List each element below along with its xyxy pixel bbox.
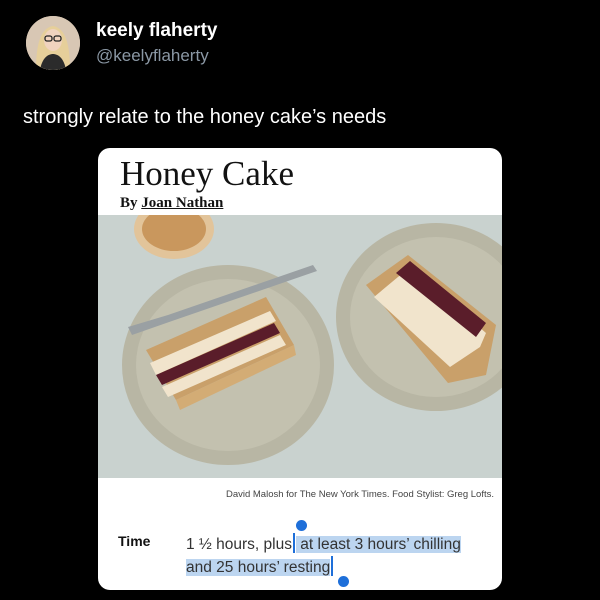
photo-caption: David Malosh for The New York Times. Foo… <box>225 489 494 500</box>
recipe-title: Honey Cake <box>120 154 294 193</box>
cake-photo <box>98 199 502 478</box>
tweet-text: strongly relate to the honey cake’s need… <box>23 106 387 128</box>
selected-text-line1: at least 3 hours’ chilling <box>295 536 461 553</box>
time-label: Time <box>118 533 151 549</box>
recipe-card: Honey Cake By Joan Nathan David Malosh f… <box>98 148 502 590</box>
avatar[interactable] <box>26 16 80 70</box>
byline-prefix: By <box>120 195 142 211</box>
time-unselected-text: 1 ½ hours, plus <box>186 536 292 553</box>
selection-end-handle-icon[interactable] <box>331 556 334 576</box>
author-link[interactable]: Joan Nathan <box>141 195 223 211</box>
user-handle[interactable]: @keelyflaherty <box>96 45 217 67</box>
selection-start-handle-icon[interactable] <box>292 533 295 553</box>
byline: By Joan Nathan <box>120 195 223 212</box>
time-value[interactable]: 1 ½ hours, plus at least 3 hours’ chilli… <box>186 533 486 579</box>
selected-text-line2: and 25 hours’ resting <box>186 559 331 576</box>
selection-end-dot-icon[interactable] <box>338 576 349 587</box>
tweet-author: keely flaherty @keelyflaherty <box>96 19 217 67</box>
selection-start-dot-icon[interactable] <box>296 520 307 531</box>
tweet-header: keely flaherty @keelyflaherty <box>26 16 217 70</box>
display-name[interactable]: keely flaherty <box>96 19 217 43</box>
